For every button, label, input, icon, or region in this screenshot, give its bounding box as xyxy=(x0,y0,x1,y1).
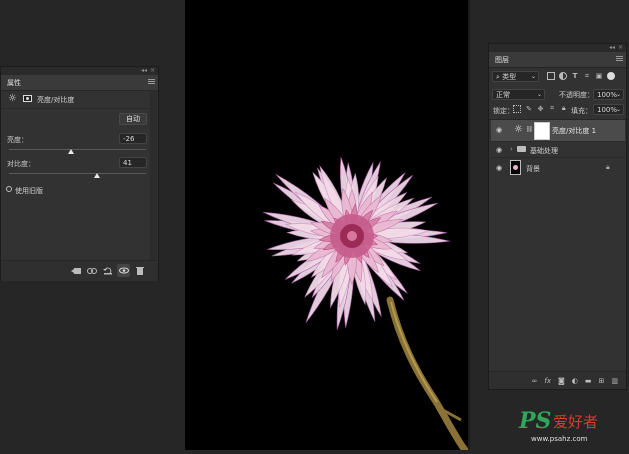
close-icon[interactable]: × xyxy=(150,67,155,75)
new-adjustment-icon[interactable]: ◐ xyxy=(572,377,578,385)
adjustment-filter-icon[interactable] xyxy=(559,72,567,80)
eye-icon[interactable]: ◉ xyxy=(496,126,502,134)
visibility-eye-icon[interactable] xyxy=(117,264,130,277)
layer-row-group[interactable]: ◉ › 基础处理 xyxy=(491,141,625,157)
pixel-filter-icon[interactable] xyxy=(547,72,555,80)
fx-icon[interactable]: fx xyxy=(544,377,551,385)
link-layers-icon[interactable]: ∞ xyxy=(532,377,538,385)
lock-icons: ✎ ✥ ⌗ 🔒︎ xyxy=(513,104,567,115)
brightness-sun-icon: ☼ xyxy=(514,124,523,135)
layer-filter-select[interactable]: ⌕ 类型 ⌄ xyxy=(492,71,539,82)
fill-value: 100% xyxy=(597,106,618,114)
brightness-label: 亮度： xyxy=(7,136,28,144)
lock-image-icon[interactable]: ✎ xyxy=(526,105,533,113)
clip-to-layer-icon[interactable] xyxy=(71,266,81,275)
opacity-value: 100% xyxy=(597,91,618,99)
opacity-field[interactable]: 100% ⌄ xyxy=(593,89,624,100)
contrast-label: 对比度： xyxy=(7,160,35,168)
layer-name[interactable]: 亮度/对比度 1 xyxy=(552,126,596,136)
collapse-icon[interactable]: ◂◂ xyxy=(141,67,147,75)
properties-tab-bar: 属性 xyxy=(1,75,158,91)
chevron-down-icon: ⌄ xyxy=(615,91,621,98)
canvas-edge xyxy=(468,0,470,450)
lock-all-icon[interactable]: 🔒︎ xyxy=(560,104,567,112)
use-legacy-label: 使用旧版 xyxy=(15,187,43,195)
layer-row-background[interactable]: ◉ 背景 🔒︎ xyxy=(491,157,625,177)
view-previous-state-icon[interactable] xyxy=(87,266,97,275)
flower-image xyxy=(263,156,468,450)
chevron-down-icon: ⌄ xyxy=(615,106,621,113)
new-layer-icon[interactable]: ⊞ xyxy=(599,377,605,385)
smart-object-filter-icon[interactable]: ▣ xyxy=(595,72,603,80)
watermark-brand: PS xyxy=(519,408,552,434)
properties-panel: ◂◂ × 属性 ☼ 亮度/对比度 自动 亮度： -26 对比度： 41 使用旧版 xyxy=(0,66,159,281)
folder-icon xyxy=(517,146,526,152)
auto-button[interactable]: 自动 xyxy=(119,113,147,125)
use-legacy-checkbox[interactable] xyxy=(6,186,12,192)
brightness-value-field[interactable]: -26 xyxy=(119,133,147,144)
shape-filter-icon[interactable]: ⌗ xyxy=(583,72,591,80)
watermark-url: www.psahz.com xyxy=(531,435,588,443)
chevron-down-icon: ⌄ xyxy=(530,73,536,80)
properties-footer xyxy=(1,260,158,281)
layer-name[interactable]: 背景 xyxy=(526,164,540,174)
properties-scrollbar[interactable] xyxy=(150,90,157,260)
type-filter-icon[interactable]: T xyxy=(571,72,579,80)
add-mask-icon[interactable]: ◙ xyxy=(558,377,565,385)
chain-link-icon[interactable]: ⛓︎ xyxy=(526,125,534,134)
blend-mode-select[interactable]: 正常 ⌄ xyxy=(492,89,545,100)
adjustment-title: 亮度/对比度 xyxy=(37,96,75,104)
panel-menu-icon[interactable] xyxy=(148,79,155,84)
opacity-label: 不透明度： xyxy=(559,91,594,99)
layers-footer: ∞ fx ◙ ◐ ▬ ⊞ ▥ xyxy=(489,371,626,389)
chevron-right-icon[interactable]: › xyxy=(510,145,513,153)
brightness-slider-track[interactable] xyxy=(9,149,146,150)
tab-layers[interactable]: 图层 xyxy=(493,55,511,65)
collapse-icon[interactable]: ◂◂ xyxy=(609,44,615,52)
fill-field[interactable]: 100% ⌄ xyxy=(593,104,624,115)
filter-toggle-icon[interactable] xyxy=(607,72,615,80)
filter-icons: T ⌗ ▣ xyxy=(547,72,625,82)
eye-icon[interactable]: ◉ xyxy=(496,146,502,154)
layer-name[interactable]: 基础处理 xyxy=(530,146,558,156)
document-canvas[interactable] xyxy=(185,0,468,450)
layer-thumbnail[interactable] xyxy=(510,160,521,175)
mask-icon[interactable] xyxy=(23,95,32,102)
fill-label: 填充： xyxy=(571,107,592,115)
panel-menu-icon[interactable] xyxy=(616,56,623,61)
panel-header-bar: ◂◂ × xyxy=(489,44,626,52)
panel-header-bar: ◂◂ × xyxy=(1,67,158,75)
new-group-icon[interactable]: ▬ xyxy=(585,377,592,385)
watermark-chinese: 爱好者 xyxy=(553,413,599,431)
eye-icon[interactable]: ◉ xyxy=(496,164,502,172)
lock-icon: 🔒︎ xyxy=(606,163,610,171)
lock-transparent-icon[interactable] xyxy=(513,105,521,113)
contrast-slider-thumb[interactable] xyxy=(93,173,100,178)
trash-icon[interactable] xyxy=(135,266,144,275)
reset-icon[interactable] xyxy=(103,266,113,275)
blend-mode-value: 正常 xyxy=(496,91,510,99)
lock-artboard-icon[interactable]: ⌗ xyxy=(549,104,556,112)
layers-panel: ◂◂ × 图层 ⌕ 类型 ⌄ T ⌗ ▣ 正常 ⌄ 不透明度： 100% ⌄ 锁… xyxy=(488,43,627,390)
adjustment-header: ☼ 亮度/对比度 xyxy=(1,90,158,109)
contrast-value-field[interactable]: 41 xyxy=(119,157,147,168)
flower-stem xyxy=(386,296,468,450)
trash-icon[interactable]: ▥ xyxy=(611,377,618,385)
layer-mask-thumbnail[interactable] xyxy=(534,122,550,140)
lock-position-icon[interactable]: ✥ xyxy=(537,105,544,113)
close-icon[interactable]: × xyxy=(618,44,623,52)
brightness-sun-icon: ☼ xyxy=(8,93,17,104)
filter-kind-label: 类型 xyxy=(502,73,517,81)
chevron-down-icon: ⌄ xyxy=(536,91,542,98)
brightness-slider-thumb[interactable] xyxy=(67,149,74,154)
tab-properties[interactable]: 属性 xyxy=(5,78,23,88)
search-icon: ⌕ xyxy=(496,73,500,81)
layers-tab-bar: 图层 xyxy=(489,52,626,68)
watermark: PS 爱好者 www.psahz.com xyxy=(517,408,627,448)
contrast-slider-track[interactable] xyxy=(9,173,146,174)
lock-label: 锁定： xyxy=(493,107,514,115)
layer-row-adjustment[interactable]: ◉ ☼ ⛓︎ 亮度/对比度 1 xyxy=(491,120,625,141)
